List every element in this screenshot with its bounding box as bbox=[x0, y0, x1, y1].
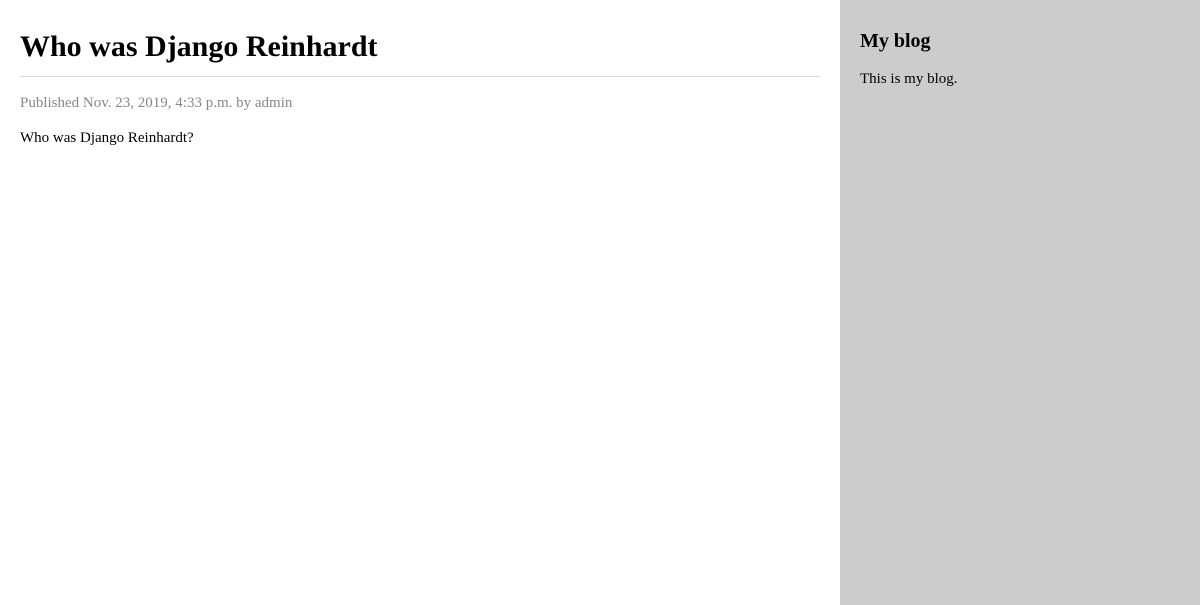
sidebar-title: My blog bbox=[860, 30, 1180, 53]
main-content: Who was Django Reinhardt Published Nov. … bbox=[0, 0, 840, 605]
post-body: Who was Django Reinhardt? bbox=[20, 130, 820, 147]
title-divider bbox=[20, 76, 820, 77]
sidebar-text: This is my blog. bbox=[860, 71, 1180, 88]
sidebar: My blog This is my blog. bbox=[840, 0, 1200, 605]
post-meta: Published Nov. 23, 2019, 4:33 p.m. by ad… bbox=[20, 95, 820, 112]
post-title: Who was Django Reinhardt bbox=[20, 30, 820, 64]
